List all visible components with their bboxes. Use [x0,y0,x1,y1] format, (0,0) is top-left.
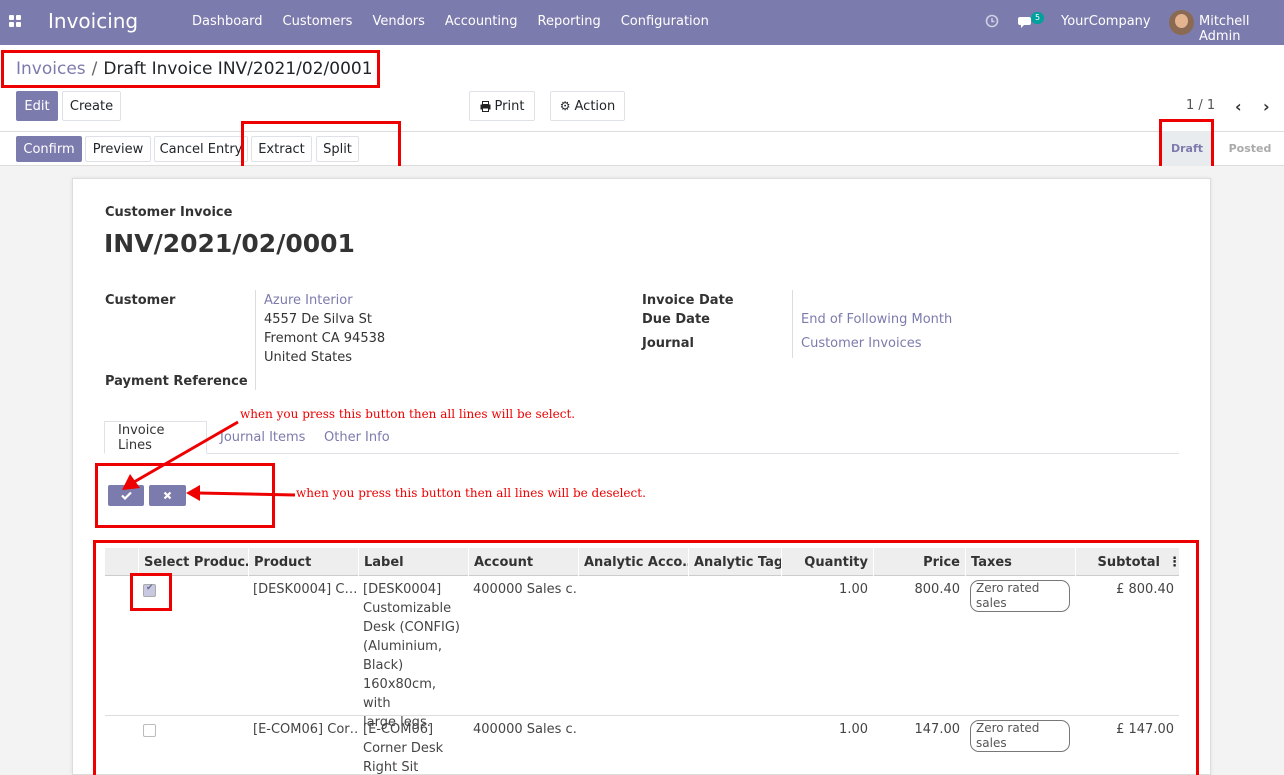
invoice-type: Customer Invoice [105,205,233,220]
field-separator [792,290,793,358]
payment-reference-label: Payment Reference [105,374,248,389]
edit-button[interactable]: Edit [16,91,58,121]
invoice-date-label: Invoice Date [642,293,734,308]
create-button[interactable]: Create [62,91,121,121]
customer-address-line: Fremont CA 94538 [264,331,386,346]
messages-count-badge: 5 [1031,12,1045,24]
confirm-button[interactable]: Confirm [16,136,82,162]
invoice-number: INV/2021/02/0001 [104,229,355,258]
tab-other-info[interactable]: Other Info [311,421,403,454]
menu-configuration[interactable]: Configuration [621,14,709,29]
annotation-select-note: when you press this button then all line… [240,407,576,421]
cancel-entry-button[interactable]: Cancel Entry [154,136,248,162]
menu-reporting[interactable]: Reporting [538,14,601,29]
menu-dashboard[interactable]: Dashboard [192,14,263,29]
annotation-deselect-note: when you press this button then all line… [296,486,646,500]
journal-label: Journal [642,336,694,351]
menu-accounting[interactable]: Accounting [445,14,518,29]
pager-value: 1 / 1 [1186,98,1216,113]
action-button[interactable]: ⚙ Action [550,91,625,121]
annotation-box-select-buttons [95,463,275,528]
activity-clock-icon[interactable] [985,14,999,28]
customer-address-line: United States [264,350,353,365]
print-label: Print [494,98,525,114]
state-posted[interactable]: Posted [1220,131,1280,166]
main-menu: Dashboard Customers Vendors Accounting R… [192,14,709,29]
pager-next-icon[interactable]: › [1263,97,1270,116]
menu-vendors[interactable]: Vendors [372,14,424,29]
customer-link[interactable]: Azure Interior [264,293,353,308]
pager-previous-icon[interactable]: ‹ [1235,97,1242,116]
due-date-label: Due Date [642,312,710,327]
field-separator [255,290,256,390]
due-date-field[interactable]: End of Following Month [801,312,952,327]
tab-invoice-lines[interactable]: Invoice Lines [104,421,207,454]
annotation-box-breadcrumb [1,50,380,88]
user-avatar[interactable] [1169,10,1194,35]
gear-icon: ⚙ [559,99,571,113]
company-switcher[interactable]: YourCompany [1061,14,1151,29]
user-menu[interactable]: Mitchell Admin [1199,14,1284,44]
annotation-box-table [93,540,1199,775]
print-button[interactable]: Print [469,91,535,121]
customer-label: Customer [105,293,176,308]
tab-journal-items[interactable]: Journal Items [207,421,318,454]
printer-icon [480,100,491,112]
action-label: Action [574,98,616,114]
notebook-tabs: Invoice Lines Journal Items Other Info [104,421,1179,454]
app-brand[interactable]: Invoicing [48,9,138,33]
journal-field[interactable]: Customer Invoices [801,336,922,351]
preview-button[interactable]: Preview [85,136,151,162]
apps-menu-icon[interactable] [9,15,22,28]
customer-address-line: 4557 De Silva St [264,312,372,327]
top-navbar: Invoicing Dashboard Customers Vendors Ac… [0,0,1284,45]
menu-customers[interactable]: Customers [283,14,353,29]
